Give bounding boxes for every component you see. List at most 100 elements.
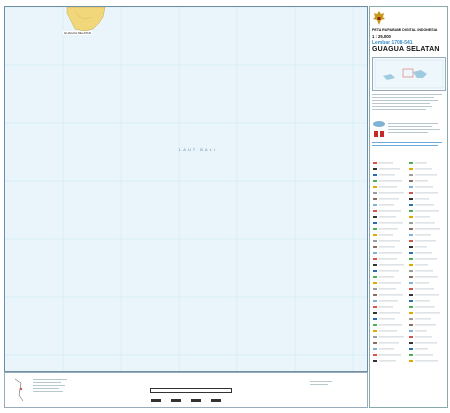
legend-text-line [379,270,399,272]
legend-symbol [373,342,377,344]
legend-symbol [409,318,413,320]
legend-symbol [409,192,413,194]
legend-text-line [415,216,430,218]
legend-text-line [379,324,402,326]
legend-symbol [373,180,377,182]
legend-symbol [373,246,377,248]
sheet-name: GUAGUA SELATAN [372,46,440,53]
legend-text-line [379,204,394,206]
legend-symbol [409,336,413,338]
legend-text-line [415,348,428,350]
legend-symbol [409,276,413,278]
legend-text-line [415,168,432,170]
legend-symbol [409,324,413,326]
legend-symbol [373,312,377,314]
legend-text-line [379,294,403,296]
legend-text-line [415,240,436,242]
legend-text-line [415,282,429,284]
info-line [372,100,438,101]
legend-symbol [373,198,377,200]
legend-symbol [409,216,413,218]
island-label: GUAGUA SELATAN [63,31,92,35]
legend-rows [373,162,440,362]
legend-text-line [415,354,433,356]
legend-text-line [415,276,438,278]
legend-text-line [415,174,437,176]
legend-text-line [379,222,403,224]
legend-text-line [415,264,428,266]
legend-symbol [373,252,377,254]
legend-text-line [379,300,398,302]
legend-text-line [415,300,430,302]
legend-symbol [409,174,413,176]
info-line [372,103,430,104]
legend-symbol [409,288,413,290]
legend-symbol [373,228,377,230]
legend-symbol [373,162,377,164]
legend-symbol [409,354,413,356]
legend-symbol [409,342,413,344]
legend-symbol [373,264,377,266]
legend-text-line [379,174,395,176]
agency-text [388,121,444,135]
map-canvas [5,7,367,371]
legend-symbol [409,168,413,170]
legend-text-line [415,252,432,254]
partner-logo-icon [374,131,384,137]
legend-symbol [409,270,413,272]
legend-symbol [409,306,413,308]
legend-symbol [409,360,413,362]
legend-symbol [409,246,413,248]
footer-notes [33,377,73,394]
legend-symbol [373,174,377,176]
legend-text-line [379,228,398,230]
legend-symbol [409,162,413,164]
legend-text-line [379,168,400,170]
legend-symbol [373,294,377,296]
legend-symbol [373,282,377,284]
legend-text-line [415,294,439,296]
legend-text-line [379,192,404,194]
legend-symbol [409,186,413,188]
legend-text-line [415,228,440,230]
legend-symbol [373,210,377,212]
legend-symbol [373,336,377,338]
legend-text-line [379,234,393,236]
legend-text-line [379,360,396,362]
info-line [372,106,432,107]
legend-symbols [373,162,440,362]
legend-text-line [415,318,431,320]
legend-text-line [379,162,393,164]
legend-text-line [379,180,402,182]
legend-symbol [373,348,377,350]
legend-text-line [415,210,439,212]
legend-symbol [409,264,413,266]
legend-text-line [379,264,404,266]
index-map-graphic [374,59,444,89]
legend-text-line [415,198,429,200]
legend-text-line [415,162,427,164]
legend-text-line [415,360,438,362]
legend-symbol [373,204,377,206]
legend-text-line [415,306,435,308]
legend-symbol [373,234,377,236]
legend-text-line [415,246,427,248]
legend-text-line [379,342,399,344]
legend-text-line [415,186,433,188]
island-land [66,7,106,32]
legend-text-line [379,258,397,260]
index-map [372,57,446,91]
legend-symbol [409,258,413,260]
legend-text-line [379,318,395,320]
legend-text-line [379,246,395,248]
legend-symbol [409,294,413,296]
legend-symbol [373,330,377,332]
legend-text-line [379,216,396,218]
legend-symbol [409,252,413,254]
legend-symbol [373,192,377,194]
info-line [372,94,442,95]
map-frame[interactable]: LAUT BALI GUAGUA SELATAN [4,6,368,372]
legend-text-line [415,192,438,194]
legend-symbol [373,276,377,278]
legend-text-line [415,180,428,182]
